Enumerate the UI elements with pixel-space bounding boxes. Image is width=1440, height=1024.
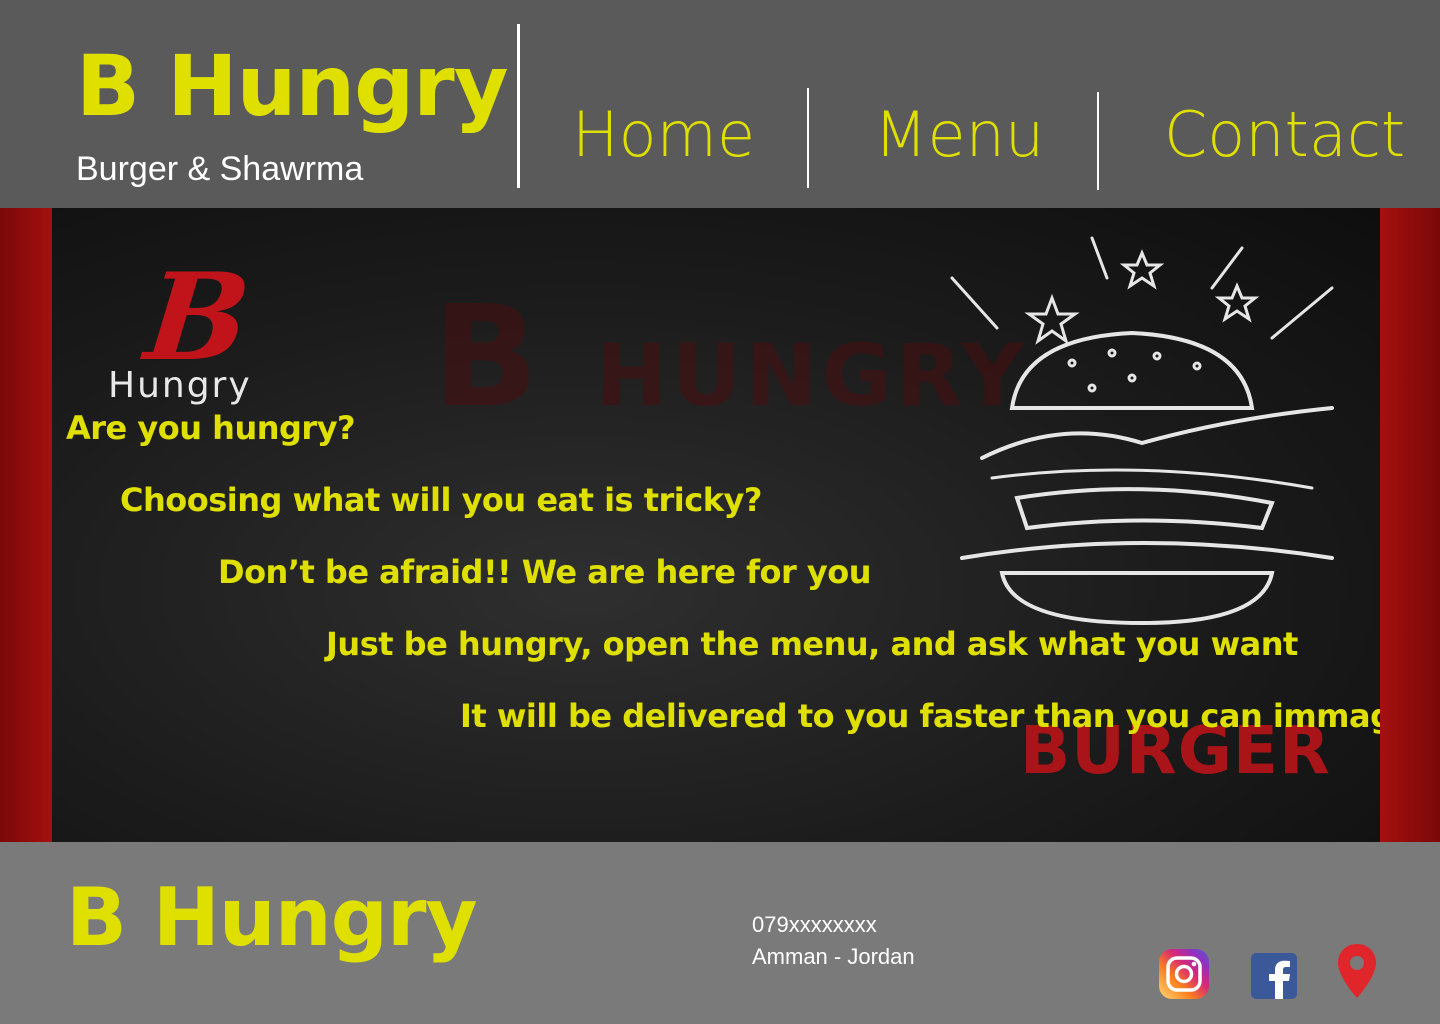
burger-sketch-icon: [950, 236, 1334, 626]
watermark-letter: B: [432, 276, 543, 439]
instagram-icon[interactable]: [1158, 948, 1210, 1000]
nav-menu[interactable]: Menu: [874, 104, 1044, 166]
hero-line-2: Choosing what will you eat is tricky?: [120, 481, 762, 519]
nav-divider: [807, 88, 809, 188]
footer-brand: B Hungry: [66, 871, 478, 964]
hero-line-4: Just be hungry, open the menu, and ask w…: [326, 625, 1298, 663]
hero-line-3: Don’t be afraid!! We are here for you: [218, 553, 872, 591]
nav-divider: [517, 24, 520, 188]
logo-letter: B: [139, 247, 256, 388]
nav-contact[interactable]: Contact: [1164, 104, 1405, 166]
hero-banner: B HUNGRY B Hungry BURGER Are you hungry?…: [0, 208, 1440, 842]
footer-address: Amman - Jordan: [752, 944, 915, 969]
hero-line-5: It will be delivered to you faster than …: [460, 697, 1380, 735]
facebook-icon[interactable]: [1250, 952, 1298, 1000]
hero-chalkboard: B HUNGRY B Hungry BURGER Are you hungry?…: [52, 208, 1380, 842]
site-footer: B Hungry 079xxxxxxxx Amman - Jordan: [0, 842, 1440, 1024]
hero-curtain-left: [0, 208, 52, 842]
site-header: B Hungry Burger & Shawrma Home Menu Cont…: [0, 0, 1440, 208]
footer-phone: 079xxxxxxxx: [752, 912, 877, 937]
nav-home[interactable]: Home: [572, 104, 755, 166]
location-pin-icon[interactable]: [1336, 942, 1378, 1000]
logo-word: Hungry: [108, 365, 252, 406]
hero-line-1: Are you hungry?: [66, 409, 356, 447]
hero-watermark: B HUNGRY: [432, 288, 1028, 428]
brand-tagline: Burger & Shawrma: [76, 150, 364, 188]
brand-title[interactable]: B Hungry: [76, 44, 508, 128]
nav-divider: [1097, 92, 1099, 190]
hero-curtain-right: [1380, 208, 1440, 842]
